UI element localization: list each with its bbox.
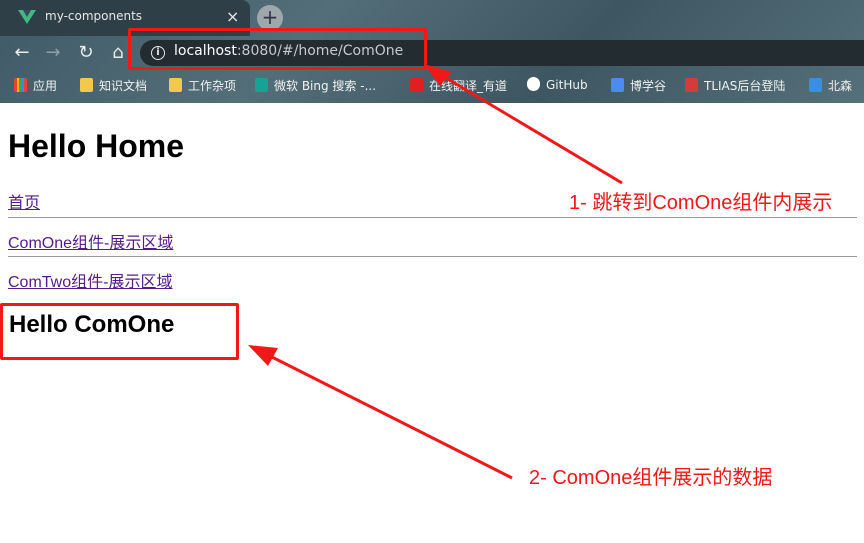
apps-grid-icon <box>14 78 27 92</box>
bookmark-folder-docs[interactable]: 知识文档 <box>80 77 147 95</box>
bookmark-folder-misc[interactable]: 工作杂项 <box>169 77 236 95</box>
divider <box>8 217 857 218</box>
bookmark-beisen[interactable]: 北森 <box>809 77 852 95</box>
bookmark-youdao[interactable]: 在线翻译_有道 <box>410 77 507 95</box>
bing-icon <box>255 78 268 92</box>
bookmark-tlias[interactable]: TLIAS后台登陆 <box>685 77 785 95</box>
folder-icon <box>80 78 93 92</box>
bookmark-apps[interactable]: 应用 <box>14 77 57 95</box>
tab-close-icon[interactable]: × <box>226 7 239 26</box>
folder-icon <box>169 78 182 92</box>
divider <box>8 256 857 257</box>
component-highlight-box <box>0 303 239 360</box>
annotation-note-2: 2- ComOne组件展示的数据 <box>529 467 773 489</box>
reload-icon[interactable]: ↻ <box>73 40 99 66</box>
bookmark-bing[interactable]: 微软 Bing 搜索 -... <box>255 77 376 95</box>
github-icon <box>527 77 540 91</box>
url-highlight-box <box>128 28 427 70</box>
back-icon[interactable]: ← <box>9 40 35 66</box>
forward-icon[interactable]: → <box>40 40 66 66</box>
comone-link[interactable]: ComOne组件-展示区域 <box>8 229 173 253</box>
tab-title: my-components <box>45 9 143 23</box>
bookmark-boxuegu[interactable]: 博学谷 <box>611 77 666 95</box>
annotation-note-1: 1- 跳转到ComOne组件内展示 <box>569 192 833 214</box>
boxuegu-icon <box>611 78 624 92</box>
comtwo-link[interactable]: ComTwo组件-展示区域 <box>8 268 172 292</box>
page-title: Hello Home <box>8 128 185 164</box>
vue-logo-icon <box>18 10 36 24</box>
bookmarks-bar: 应用 知识文档 工作杂项 微软 Bing 搜索 -... 在线翻译_有道 Git… <box>0 70 864 100</box>
youdao-icon <box>410 78 423 92</box>
tlias-icon <box>685 78 698 92</box>
beisen-icon <box>809 78 822 92</box>
bookmark-github[interactable]: GitHub <box>527 77 588 95</box>
home-link[interactable]: 首页 <box>8 189 40 213</box>
